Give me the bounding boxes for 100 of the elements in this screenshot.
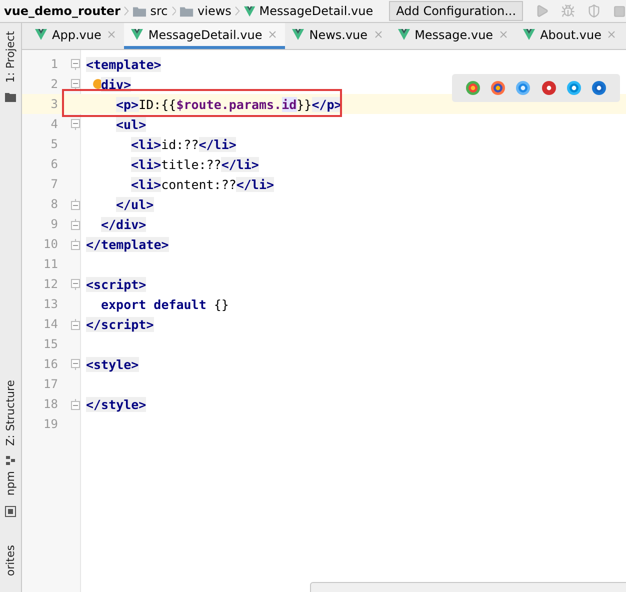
line-number: 1 (50, 57, 58, 71)
fold-marker-icon[interactable] (71, 198, 80, 210)
code-token: <style> (86, 356, 139, 372)
shield-icon[interactable] (587, 4, 602, 18)
vue-icon (131, 29, 144, 40)
code-token: </li> (198, 136, 236, 152)
npm-icon (5, 506, 16, 517)
code-token: <li> (131, 156, 162, 172)
code-token: </script> (86, 316, 154, 332)
editor-tab[interactable]: Message.vue (390, 23, 516, 49)
editor-tab[interactable]: MessageDetail.vue (124, 23, 286, 49)
breadcrumb-item[interactable]: views (198, 4, 232, 18)
code-token: export default (101, 296, 206, 312)
chevron-icon (172, 6, 176, 16)
line-number: 13 (42, 297, 58, 311)
tool-window-button[interactable]: npm (4, 471, 17, 496)
tool-window-button[interactable]: Z: Structure (4, 380, 17, 446)
fold-marker-icon[interactable] (71, 118, 80, 130)
vue-icon (398, 29, 410, 40)
line-number: 3 (50, 97, 58, 111)
fold-marker-icon[interactable] (71, 358, 80, 370)
fold-marker-icon[interactable] (71, 278, 80, 290)
line-number: 11 (42, 257, 58, 271)
line-number: 6 (50, 157, 58, 171)
line-number: 14 (42, 317, 58, 331)
vue-icon (244, 6, 256, 16)
line-number: 16 (42, 357, 58, 371)
tab-label: App.vue (52, 28, 102, 42)
code-token: </li> (236, 176, 274, 192)
line-number: 17 (42, 377, 58, 391)
line-number: 15 (42, 337, 58, 351)
line-number: 18 (42, 397, 58, 411)
code-token: </div> (101, 216, 146, 232)
vue-icon (35, 29, 47, 40)
code-token: </li> (221, 156, 259, 172)
run-icon[interactable] (535, 4, 550, 18)
close-icon[interactable] (106, 29, 118, 40)
code-token: ID:{{ (138, 96, 176, 112)
editor-tab[interactable]: App.vue (28, 23, 124, 49)
structure-icon (6, 456, 15, 466)
line-number: 5 (50, 137, 58, 151)
code-token: <script> (86, 276, 146, 292)
line-number: 2 (50, 77, 58, 91)
breadcrumb-item[interactable]: src (150, 4, 168, 18)
fold-marker-icon[interactable] (71, 218, 80, 230)
tab-label: Message.vue (414, 28, 494, 42)
line-number: 19 (42, 417, 58, 431)
tab-label: MessageDetail.vue (148, 28, 262, 42)
code-token: <template> (86, 56, 162, 72)
code-token: </template> (86, 236, 169, 252)
code-token: content:?? (161, 176, 236, 192)
debug-icon[interactable] (561, 4, 576, 18)
folder-icon (5, 92, 16, 102)
breadcrumb-item[interactable]: MessageDetail.vue (259, 4, 374, 18)
code-token: </p> (312, 96, 342, 112)
code-token: }} (296, 96, 312, 112)
line-number: 4 (50, 117, 58, 131)
code-token: </style> (86, 396, 146, 412)
editor-tab[interactable]: News.vue (285, 23, 391, 49)
close-icon[interactable] (372, 29, 384, 40)
tool-window-button[interactable]: 1: Project (4, 31, 17, 83)
code-token: title:?? (161, 156, 222, 172)
breadcrumb-item[interactable]: vue_demo_router (4, 4, 120, 18)
browser-icon[interactable] (542, 81, 556, 95)
code-token: <li> (131, 136, 162, 152)
browser-icon[interactable] (490, 81, 505, 95)
browser-icon[interactable] (516, 81, 530, 95)
fold-marker-icon[interactable] (71, 238, 80, 250)
fold-marker-icon[interactable] (71, 78, 80, 90)
browser-icon[interactable] (566, 81, 581, 95)
fold-marker-icon[interactable] (71, 58, 80, 70)
close-icon[interactable] (267, 29, 278, 40)
code-token: id (282, 96, 297, 112)
tool-window-button[interactable]: orites (4, 544, 17, 576)
code-token: <p> (116, 96, 139, 112)
line-number: 7 (50, 177, 58, 191)
fold-marker-icon[interactable] (71, 318, 80, 330)
tab-label: News.vue (309, 28, 368, 42)
browser-icon[interactable] (592, 81, 606, 95)
line-number: 10 (42, 237, 58, 251)
browser-icon[interactable] (466, 81, 480, 95)
line-number: 9 (50, 217, 58, 231)
editor-tab[interactable]: About.vue (516, 23, 624, 49)
vue-icon (523, 29, 536, 40)
chevron-icon (235, 6, 240, 16)
close-icon[interactable] (606, 29, 618, 40)
code-token: {} (212, 296, 229, 312)
code-token: <li> (131, 176, 162, 192)
line-number: 12 (42, 277, 58, 291)
line-number: 8 (50, 197, 58, 211)
vue-icon (292, 29, 304, 40)
close-icon[interactable] (498, 29, 510, 40)
folder-icon (180, 6, 194, 16)
stop-icon[interactable] (613, 4, 626, 18)
fold-marker-icon[interactable] (71, 398, 80, 410)
add-configuration-button[interactable]: Add Configuration... (389, 1, 524, 21)
chevron-icon (124, 6, 130, 16)
code-token: id:?? (161, 136, 199, 152)
code-token: </ul> (116, 196, 154, 212)
folder-icon (133, 6, 146, 16)
